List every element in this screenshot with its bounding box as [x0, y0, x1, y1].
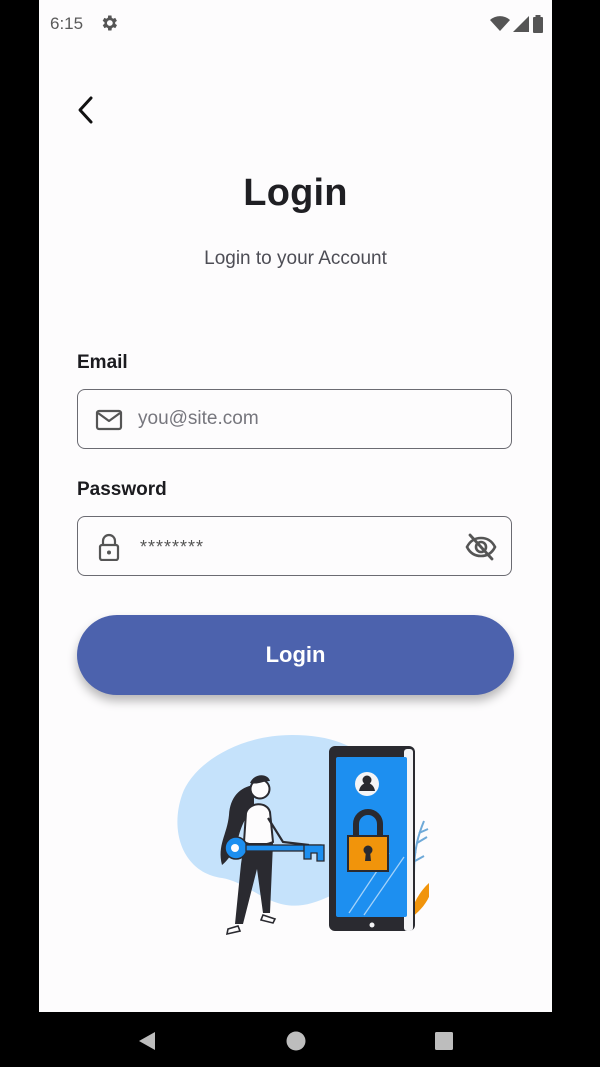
lock-icon: [98, 533, 120, 561]
woman-with-key-and-phone-lock-illustration: [177, 735, 429, 936]
gear-icon: [102, 15, 117, 31]
status-bar: 6:15: [39, 0, 552, 48]
chevron-left-icon: [78, 96, 93, 124]
status-time: 6:15: [50, 14, 84, 33]
status-icons: [490, 14, 544, 34]
login-button[interactable]: Login: [77, 615, 514, 695]
system-nav-bar: [0, 1012, 600, 1067]
login-screen: 6:15 Login Login to your Account Email y…: [39, 0, 552, 1012]
password-field[interactable]: ********: [77, 516, 512, 576]
back-icon[interactable]: [136, 1030, 158, 1052]
signal-icon: [513, 16, 529, 32]
page-subtitle: Login to your Account: [204, 248, 387, 269]
password-label: Password: [77, 479, 167, 500]
page-title: Login: [243, 172, 348, 214]
eye-off-icon[interactable]: [465, 532, 497, 562]
mail-icon: [95, 409, 123, 431]
password-input[interactable]: ********: [140, 537, 204, 558]
recents-icon[interactable]: [433, 1030, 455, 1052]
home-icon[interactable]: [285, 1030, 307, 1052]
email-label: Email: [77, 352, 128, 373]
back-button[interactable]: [69, 90, 103, 130]
battery-icon: [533, 15, 543, 33]
email-field[interactable]: [77, 389, 512, 449]
email-input[interactable]: [138, 390, 458, 448]
phone-icon: [329, 746, 415, 931]
wifi-icon: [490, 16, 510, 31]
